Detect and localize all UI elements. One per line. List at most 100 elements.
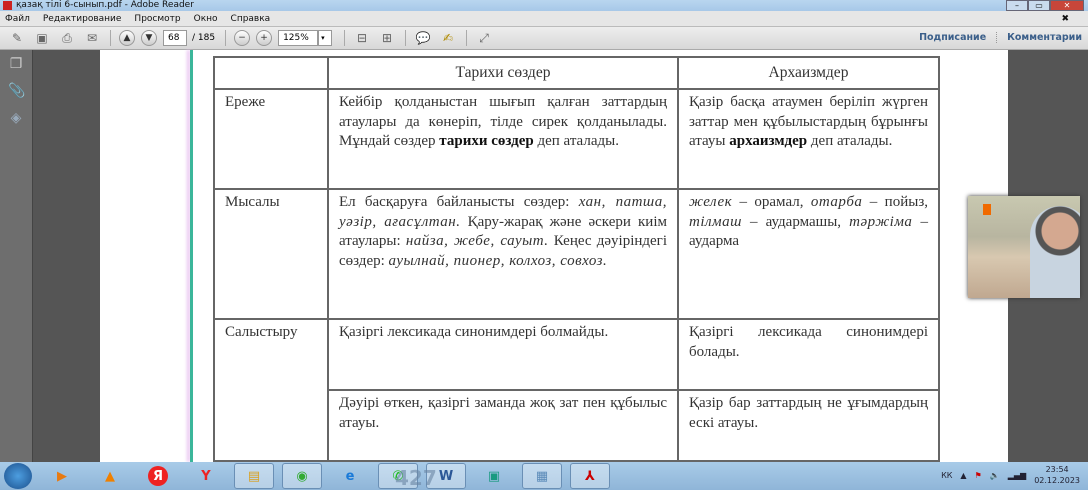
vlc-icon[interactable]: ▲ xyxy=(90,463,130,489)
file-explorer-icon[interactable]: ▤ xyxy=(234,463,274,489)
app-icon[interactable]: ▣ xyxy=(474,463,514,489)
prev-page-icon[interactable]: ▲ xyxy=(119,30,135,46)
document-page: Тарихи сөздер Архаизмдер Ереже Кейбір қо… xyxy=(100,50,1008,462)
menu-view[interactable]: Просмотр xyxy=(134,14,180,24)
example-italic: найза, жебе, сауыт. xyxy=(405,233,549,250)
cell-historic: Дәуірі өткен, қазіргі заманда жоқ зат пе… xyxy=(327,389,679,462)
zoom-input[interactable]: 125% xyxy=(278,30,319,46)
menu-edit[interactable]: Редактирование xyxy=(43,14,122,24)
presenter-video xyxy=(1030,206,1080,298)
comment-icon[interactable]: 💬 xyxy=(414,30,432,46)
restore-button[interactable]: ▭ xyxy=(1028,0,1050,11)
example-italic: ауылнай, пионер, колхоз, совхоз. xyxy=(388,252,608,269)
menu-help[interactable]: Справка xyxy=(231,14,271,24)
header-historic: Тарихи сөздер xyxy=(327,56,679,90)
taskbar: ▶ ▲ Я Y ▤ ◉ e ✆ W ▣ ▦ ⅄ 427 КК ▲ ⚑ 🔈 ▂▄▆… xyxy=(0,462,1088,490)
chrome-icon[interactable]: ◉ xyxy=(282,463,322,489)
signal-icon[interactable]: ▂▄▆ xyxy=(1008,471,1026,480)
text: деп аталады. xyxy=(533,133,619,149)
cell-historic: Қазіргі лексикада синонимдері болмайды. xyxy=(327,318,679,392)
comments-button[interactable]: Комментарии xyxy=(1007,32,1082,43)
pdf-app-icon xyxy=(3,1,12,10)
row-label: Салыстыру xyxy=(213,318,329,462)
divider xyxy=(344,30,346,46)
start-button[interactable] xyxy=(4,463,32,489)
zoom-in-icon[interactable]: + xyxy=(256,30,273,46)
table-row: Салыстыру Қазіргі лексикада синонимдері … xyxy=(213,318,940,462)
divider xyxy=(225,30,227,46)
volume-icon[interactable]: 🔈 xyxy=(990,471,1000,480)
example-italic: тілмаш xyxy=(689,213,742,230)
webcam-overlay xyxy=(968,196,1080,298)
table-header-row: Тарихи сөздер Архаизмдер xyxy=(213,56,940,90)
text: – аудармашы, xyxy=(741,213,850,230)
text: Ел басқаруға байланысты сөздер: xyxy=(339,194,579,211)
divider xyxy=(466,30,468,46)
media-player-icon[interactable]: ▶ xyxy=(42,463,82,489)
header-empty xyxy=(213,56,329,90)
cell-archaic: желек – орамал, отарба – пойыз, тілмаш –… xyxy=(677,188,940,321)
fit-page-icon[interactable]: ⊞ xyxy=(378,30,396,46)
page-edge xyxy=(190,50,193,462)
calculator-icon[interactable]: ▦ xyxy=(522,463,562,489)
term-bold: архаизмдер xyxy=(729,133,808,149)
divider xyxy=(110,30,111,46)
pages-icon[interactable]: ❐ xyxy=(8,56,24,72)
sign-button[interactable]: Подписание xyxy=(919,32,986,43)
email-icon[interactable]: ✉ xyxy=(83,30,101,46)
row-label: Ереже xyxy=(213,87,329,191)
menu-window[interactable]: Окно xyxy=(194,14,218,24)
clock[interactable]: 23:54 02.12.2023 xyxy=(1034,464,1080,486)
fit-width-icon[interactable]: ⊟ xyxy=(353,30,371,46)
internet-explorer-icon[interactable]: e xyxy=(330,463,370,489)
language-indicator[interactable]: КК xyxy=(941,471,952,480)
text: – орамал, xyxy=(732,194,811,211)
cell-historic: Ел басқаруға байланысты сөздер: хан, пат… xyxy=(327,188,679,321)
text: деп аталады. xyxy=(807,133,893,149)
comparison-table: Тарихи сөздер Архаизмдер Ереже Кейбір қо… xyxy=(213,56,940,462)
zoom-dropdown-icon[interactable]: ▾ xyxy=(318,30,333,46)
highlight-icon[interactable]: ✍ xyxy=(439,30,457,46)
system-tray: КК ▲ ⚑ 🔈 ▂▄▆ 23:54 02.12.2023 xyxy=(941,464,1080,486)
title-bar: қазақ тілі 6-сынып.pdf - Adobe Reader – ▭… xyxy=(0,0,1088,11)
cell-archaic: Қазір басқа атаумен беріліп жүрген затта… xyxy=(677,87,940,191)
minimize-button[interactable]: – xyxy=(1006,0,1028,11)
adobe-reader-icon[interactable]: ⅄ xyxy=(570,463,610,489)
example-italic: отарба xyxy=(810,194,863,211)
time: 23:54 xyxy=(1045,465,1069,474)
create-pdf-icon[interactable]: ✎ xyxy=(8,30,26,46)
network-warning-icon[interactable]: ⚑ xyxy=(975,471,982,480)
print-icon[interactable]: ⎙ xyxy=(58,30,76,46)
row-label: Мысалы xyxy=(213,188,329,321)
fullscreen-icon[interactable]: ⤢ xyxy=(475,30,493,46)
close-document-icon[interactable]: ✖ xyxy=(1061,14,1069,24)
ghost-text: 427 xyxy=(395,466,437,490)
cell-historic: Кейбір қолданыстан шығып қалған заттарды… xyxy=(327,87,679,191)
next-page-icon[interactable]: ▼ xyxy=(141,30,157,46)
cell-archaic: Қазір бар заттардың не ұғымдардың ескі а… xyxy=(677,389,940,462)
menu-file[interactable]: Файл xyxy=(5,14,30,24)
close-button[interactable]: ✕ xyxy=(1050,0,1084,11)
attachments-icon[interactable]: 📎 xyxy=(8,83,25,99)
divider xyxy=(405,30,407,46)
header-archaic: Архаизмдер xyxy=(677,56,940,90)
date: 02.12.2023 xyxy=(1034,476,1080,485)
yandex-icon[interactable]: Я xyxy=(138,463,178,489)
example-italic: тәржіма xyxy=(849,213,913,230)
toolbar: ✎ ▣ ⎙ ✉ ▲ ▼ 68 / 185 − + 125% ▾ ⊟ ⊞ 💬 ✍ … xyxy=(0,27,1088,50)
menu-bar: Файл Редактирование Просмотр Окно Справк… xyxy=(0,11,1088,27)
save-icon[interactable]: ▣ xyxy=(33,30,51,46)
navigation-panel: ❐ 📎 ◈ xyxy=(0,50,33,462)
yandex-browser-icon[interactable]: Y xyxy=(186,463,226,489)
layers-icon[interactable]: ◈ xyxy=(8,110,24,126)
example-italic: желек xyxy=(689,194,733,211)
zoom-out-icon[interactable]: − xyxy=(234,30,251,46)
channel-logo-icon xyxy=(983,204,991,215)
table-row: Ереже Кейбір қолданыстан шығып қалған за… xyxy=(213,87,940,191)
show-hidden-icons[interactable]: ▲ xyxy=(960,471,966,480)
cell-archaic: Қазіргі лексикада синонимдері болады. xyxy=(677,318,940,392)
window-title: қазақ тілі 6-сынып.pdf - Adobe Reader xyxy=(16,0,194,10)
page-number-input[interactable]: 68 xyxy=(163,30,187,46)
table-row: Мысалы Ел басқаруға байланысты сөздер: х… xyxy=(213,188,940,321)
text: – пойыз, xyxy=(862,194,928,211)
